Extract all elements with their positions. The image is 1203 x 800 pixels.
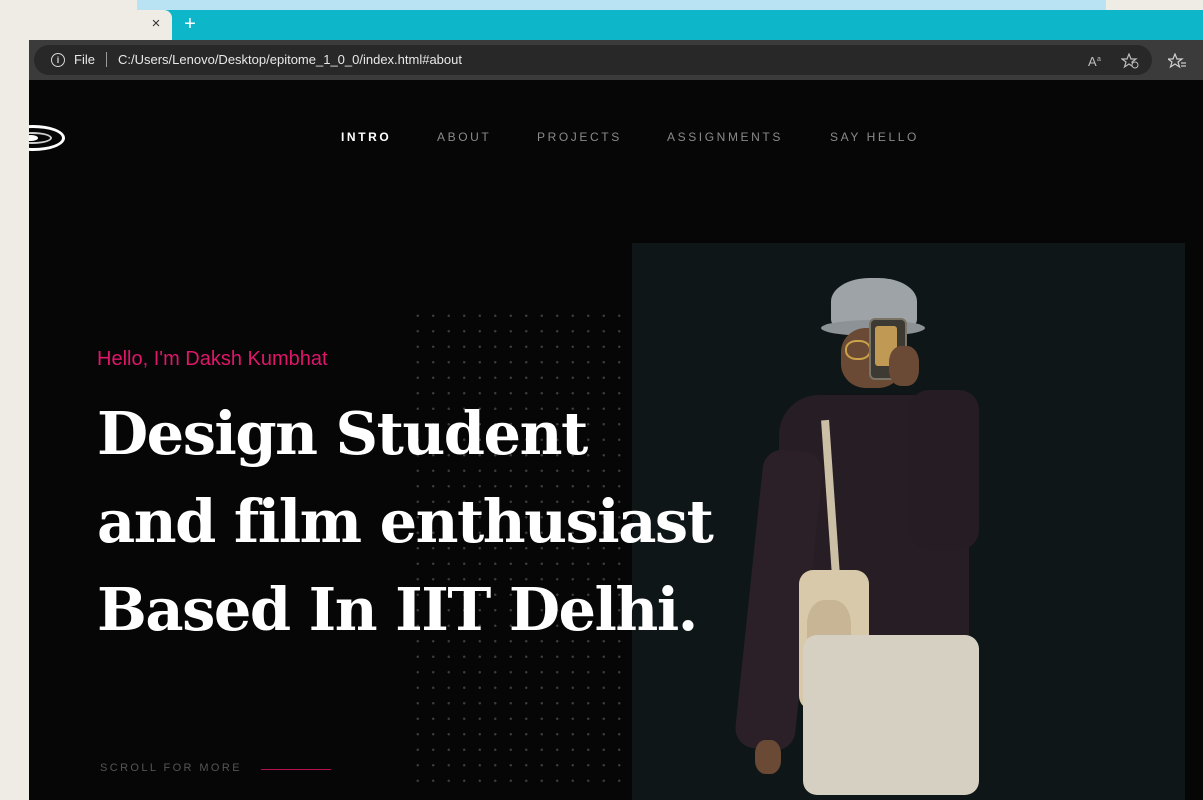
address-scheme-label: File [74,52,95,67]
headline-line: Based In IIT Delhi. [97,575,698,644]
address-bar[interactable]: i File C:/Users/Lenovo/Desktop/epitome_1… [34,45,1152,75]
headline-line: Design Student [97,399,588,468]
hero-headline: Design Student and film enthusiast Based… [97,390,714,654]
headline-line: and film enthusiast [97,487,714,556]
url-text[interactable]: C:/Users/Lenovo/Desktop/epitome_1_0_0/in… [118,52,462,67]
browser-toolbar: i File C:/Users/Lenovo/Desktop/epitome_1… [29,40,1203,80]
tab-strip: × + [29,10,1203,40]
favorites-icon[interactable] [1166,52,1187,72]
svg-text:A: A [1088,54,1097,69]
hero-greeting: Hello, I'm Daksh Kumbhat [97,348,328,370]
desktop-sky-strip [137,0,1106,10]
browser-window: × + i File C:/Users/Lenovo/Desktop/epito… [29,10,1203,800]
profile-photo [719,270,979,800]
browser-tab[interactable]: × [29,10,172,40]
webpage: INTRO ABOUT PROJECTS ASSIGNMENTS SAY HEL… [29,80,1203,800]
nav-item-about[interactable]: ABOUT [437,130,491,144]
scroll-for-more-link[interactable]: SCROLL FOR MORE [100,762,242,774]
scroll-indicator-line [261,769,331,770]
svg-text:a: a [1097,56,1101,63]
address-divider [106,52,107,67]
info-icon[interactable]: i [51,53,65,67]
nav-item-assignments[interactable]: ASSIGNMENTS [667,130,783,144]
desktop-background [0,0,1203,10]
read-aloud-icon[interactable]: Aa [1086,53,1106,72]
close-icon[interactable]: × [148,16,164,32]
new-tab-button[interactable]: + [179,13,201,35]
add-favorite-icon[interactable] [1120,52,1140,72]
nav-item-say-hello[interactable]: SAY HELLO [830,130,919,144]
main-nav: INTRO ABOUT PROJECTS ASSIGNMENTS SAY HEL… [29,130,1203,150]
nav-item-intro[interactable]: INTRO [341,130,391,144]
nav-item-projects[interactable]: PROJECTS [537,130,622,144]
